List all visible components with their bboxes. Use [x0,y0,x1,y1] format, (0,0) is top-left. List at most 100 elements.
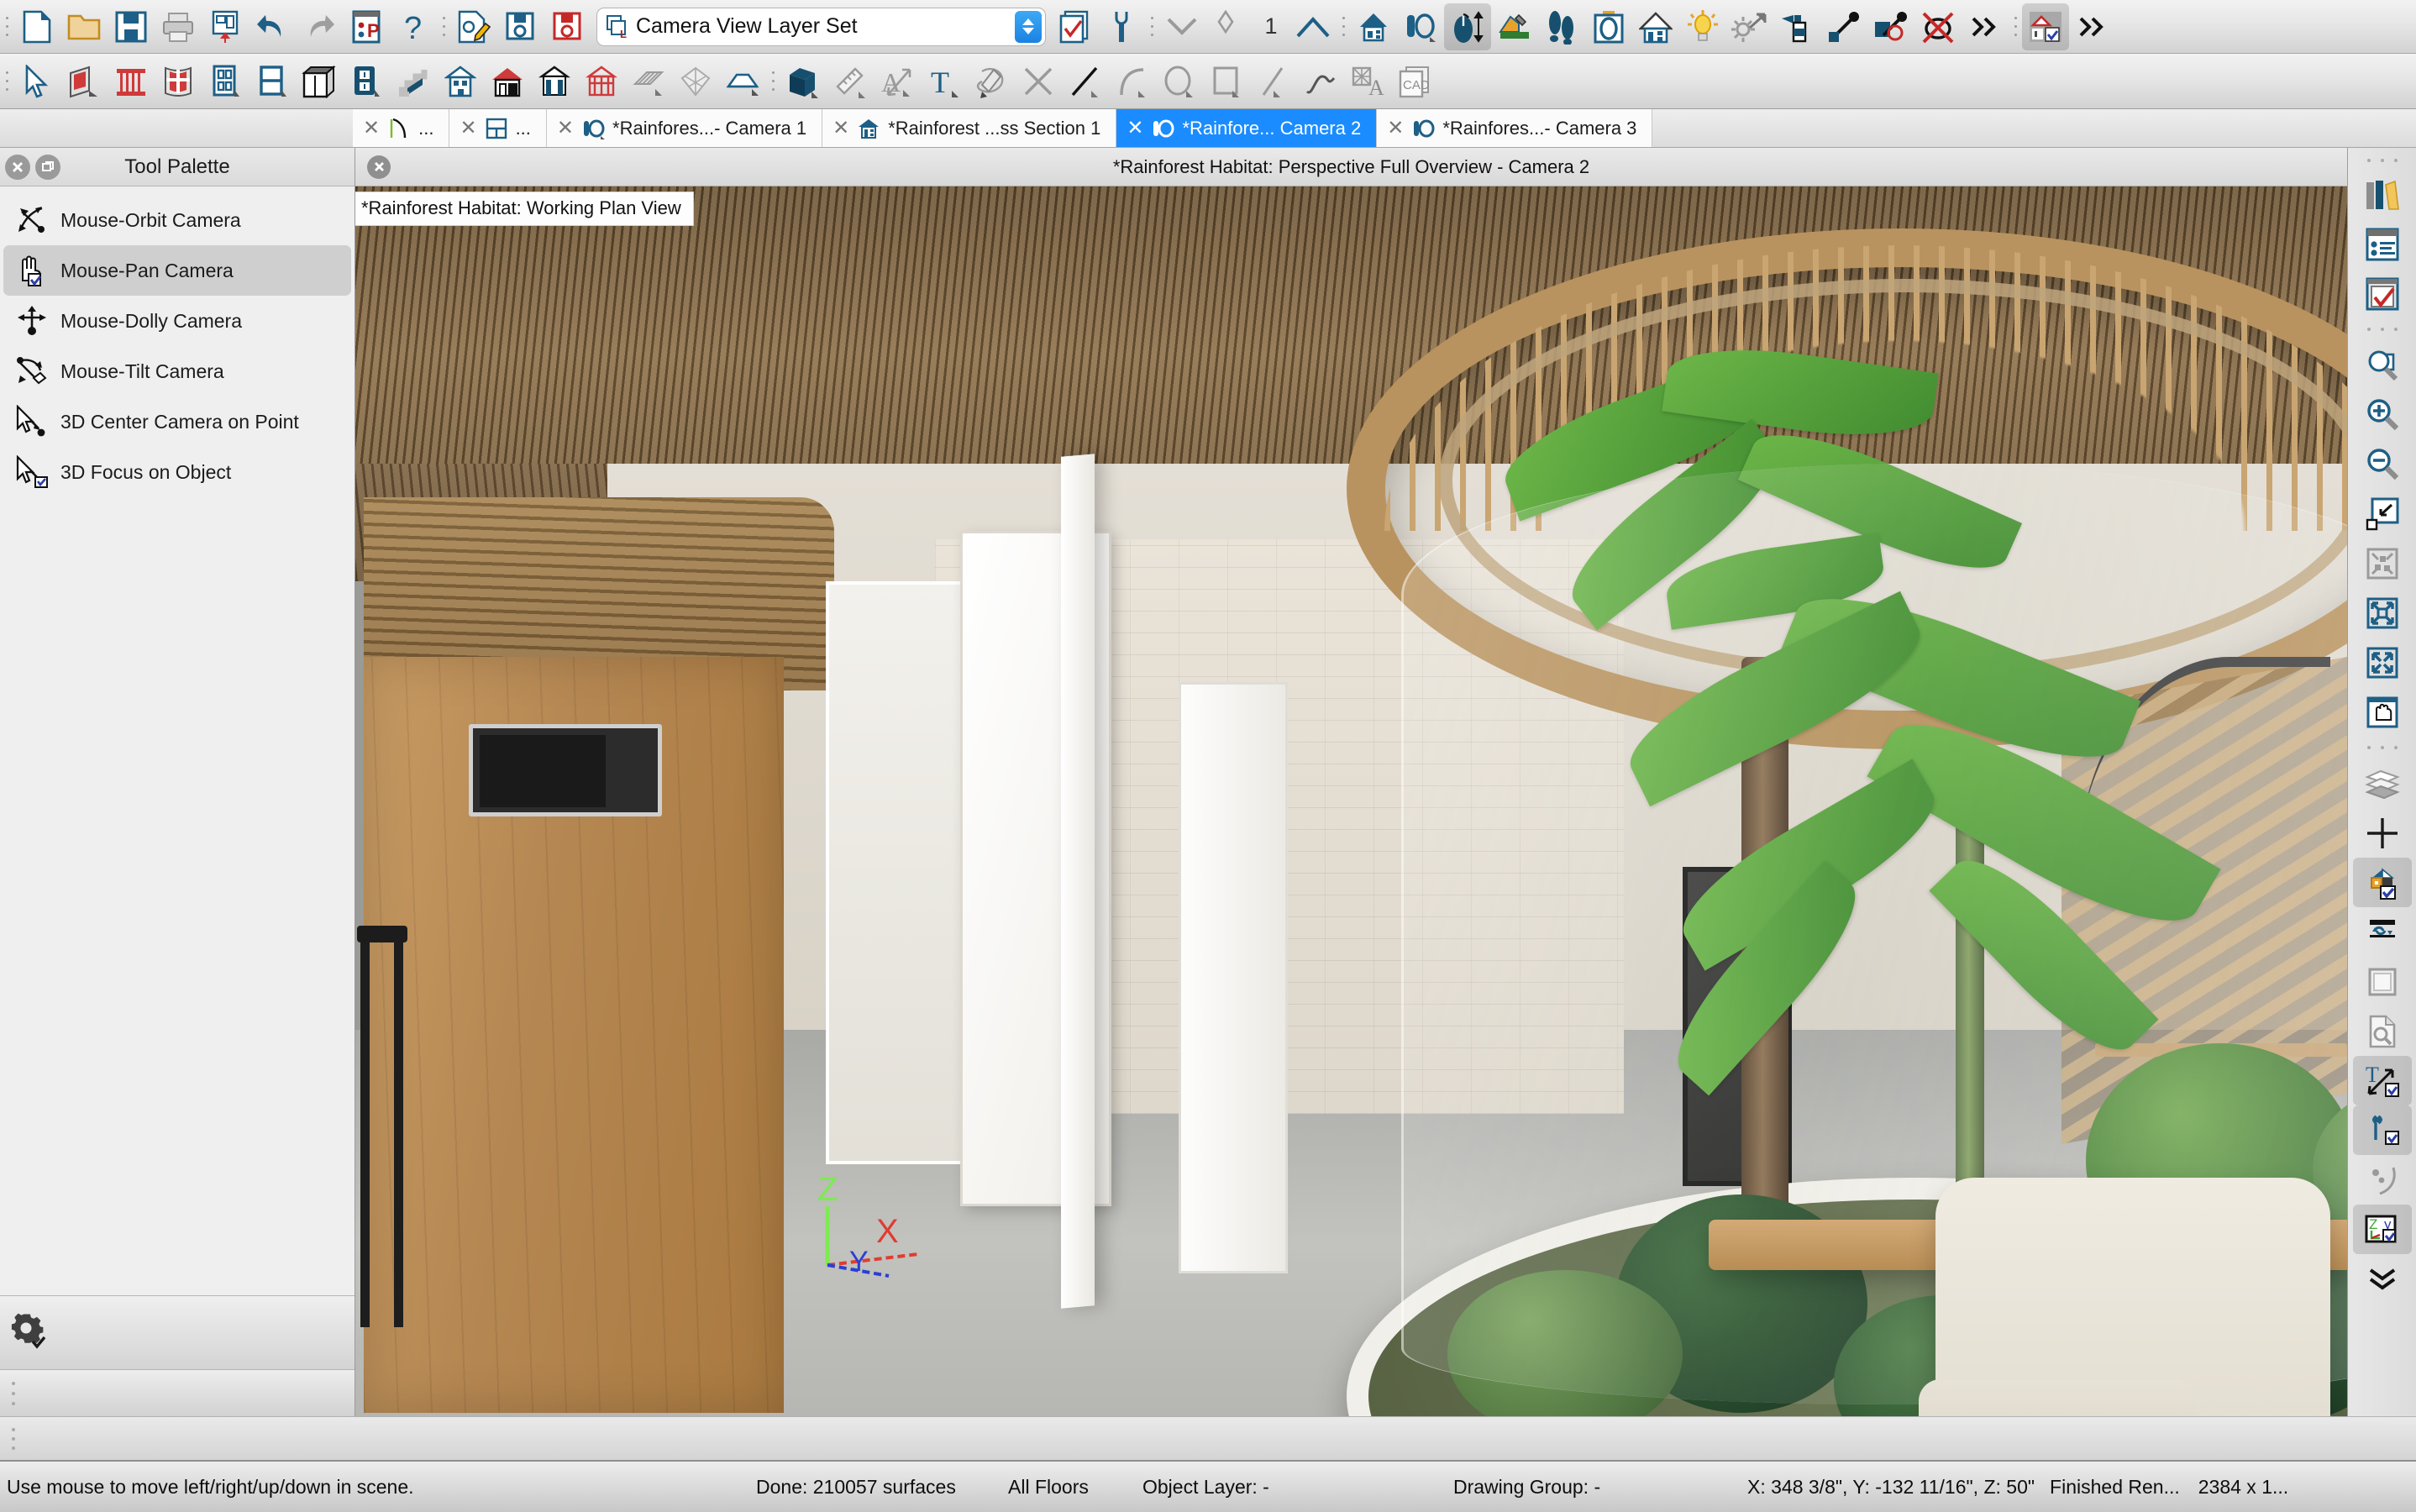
cad-blocks-icon[interactable]: CAD [1391,58,1438,105]
toolbar-grip-5[interactable] [2009,3,2022,50]
undo-zoom-icon[interactable] [2353,638,2412,687]
tab-4[interactable]: ✕ *Rainfore... Camera 2 [1116,109,1378,147]
layer-set-stepper[interactable] [1015,10,1042,43]
fill-window-icon[interactable] [2353,489,2412,538]
open-plan-icon[interactable] [60,3,108,50]
tab-close-icon[interactable]: ✕ [557,118,574,139]
angle-snaps-icon[interactable] [2353,1155,2412,1205]
preferences-icon[interactable]: P [343,3,390,50]
print-icon[interactable] [155,3,202,50]
palette-resize-grip[interactable] [0,1369,355,1416]
line-tools-icon[interactable] [1062,58,1109,105]
print-preview-icon[interactable] [2353,1006,2412,1056]
3d-viewport[interactable]: *Rainforest Habitat: Working Plan View Z… [355,186,2347,1416]
text-tools-icon[interactable]: T [921,58,968,105]
active-layer-display-options-icon[interactable] [2353,269,2412,318]
room-tools-icon[interactable] [155,58,202,105]
spline-icon[interactable] [1297,58,1344,105]
edit-area-icon[interactable] [1491,3,1538,50]
save-camera-icon[interactable] [497,3,544,50]
floor-number[interactable]: 1 [1253,13,1289,39]
object-eyedropper-icon[interactable] [1867,3,1914,50]
toolbar-grip-2[interactable] [437,3,450,50]
cad-toolbar-grip[interactable] [766,58,780,105]
tab-3[interactable]: ✕ *Rainforest ...ss Section 1 [822,109,1117,147]
zoom-out-icon[interactable] [2353,439,2412,489]
palette-item-mouse-tilt-camera[interactable]: Mouse-Tilt Camera [3,346,351,396]
tape-measure-icon[interactable] [827,58,874,105]
library-object-icon[interactable] [780,58,827,105]
zoom-to-selection-icon[interactable] [2353,588,2412,638]
pan-window-icon[interactable] [2353,687,2412,737]
fill-window-building-icon[interactable] [2353,538,2412,588]
zoom-in-icon[interactable] [2353,390,2412,439]
toolbar-grip-4[interactable] [1337,3,1350,50]
ellipse-tools-icon[interactable] [1156,58,1203,105]
crosshair-icon[interactable] [2353,808,2412,858]
dimension-tools-icon[interactable]: A [874,58,921,105]
build-roof-icon[interactable] [484,58,531,105]
print-preview-icon[interactable] [202,3,249,50]
rendering-techniques-icon[interactable] [2022,3,2069,50]
bottom-resize-grip[interactable] [0,1416,2416,1460]
build-foundation-icon[interactable] [531,58,578,105]
tab-1[interactable]: ✕ ... [449,109,547,147]
polyline-icon[interactable] [1250,58,1297,105]
tab-close-icon[interactable]: ✕ [1387,118,1404,139]
freehand-line-icon[interactable] [968,58,1015,105]
toolbar-grip[interactable] [0,3,13,50]
walkthrough-path-icon[interactable] [1538,3,1585,50]
electrical-tools-icon[interactable] [343,58,390,105]
project-browser-icon[interactable] [2353,219,2412,269]
display-group-grip[interactable] [2366,737,2398,759]
gear-check-icon[interactable] [8,1310,50,1356]
tab-5[interactable]: ✕ *Rainfores...- Camera 3 [1377,109,1653,147]
build-framing-wall-icon[interactable] [578,58,625,105]
edit-active-camera-icon[interactable] [450,3,497,50]
view-toolbar-grip[interactable] [2366,151,2398,170]
build-framing-icon[interactable] [437,58,484,105]
palette-item-3d-center-camera-on-point[interactable]: 3D Center Camera on Point [3,396,351,447]
arc-tools-icon[interactable] [1109,58,1156,105]
palette-item-mouse-pan-camera[interactable]: Mouse-Pan Camera [3,245,351,296]
show-axis-icon[interactable]: Zy [2352,1205,2412,1254]
toolbar-grip-3[interactable] [1145,3,1158,50]
save-plan-icon[interactable] [108,3,155,50]
plot-lines-icon[interactable] [2353,957,2412,1006]
spray-paint-icon[interactable] [1773,3,1820,50]
tab-close-icon[interactable]: ✕ [363,118,380,139]
palette-item-mouse-orbit-camera[interactable]: Mouse-Orbit Camera [3,195,351,245]
delete-camera-icon[interactable] [544,3,591,50]
tab-2[interactable]: ✕ *Rainfores...- Camera 1 [546,109,823,147]
chevron-double-right-icon-2[interactable] [2069,3,2116,50]
floor-overview-icon[interactable] [1632,3,1679,50]
redo-icon[interactable] [296,3,343,50]
new-plan-icon[interactable] [13,3,60,50]
palette-item-3d-focus-on-object[interactable]: 3D Focus on Object [3,447,351,497]
display-options-icon[interactable] [1098,3,1145,50]
full-camera-icon[interactable] [1350,3,1397,50]
tab-0[interactable]: ✕ ... [353,109,450,147]
box-tools-icon[interactable] [1203,58,1250,105]
color-on-off-icon[interactable] [2352,858,2412,907]
wall-tools-icon[interactable] [60,58,108,105]
tab-close-icon[interactable]: ✕ [1127,118,1143,139]
up-one-floor-icon[interactable] [1289,3,1337,50]
build-deck-icon[interactable] [625,58,672,105]
tab-close-icon[interactable]: ✕ [460,118,476,139]
build-toolbar-grip[interactable] [0,58,13,105]
reference-display-icon[interactable] [2353,759,2412,808]
stair-tools-icon[interactable] [390,58,437,105]
sun-angle-icon[interactable] [1726,3,1773,50]
tab-close-icon[interactable]: ✕ [832,118,849,139]
perspective-overview-icon[interactable] [1397,3,1444,50]
adjust-lights-icon[interactable] [1679,3,1726,50]
material-eyedropper-icon[interactable] [1820,3,1867,50]
window-tools-icon[interactable] [249,58,296,105]
cabinet-tools-icon[interactable] [296,58,343,105]
railing-tools-icon[interactable] [108,58,155,105]
door-tools-icon[interactable] [202,58,249,105]
text-callout-icon[interactable]: A [1344,58,1391,105]
zoom-group-grip[interactable] [2366,318,2398,340]
show-text-icon[interactable]: T [2352,1056,2412,1105]
